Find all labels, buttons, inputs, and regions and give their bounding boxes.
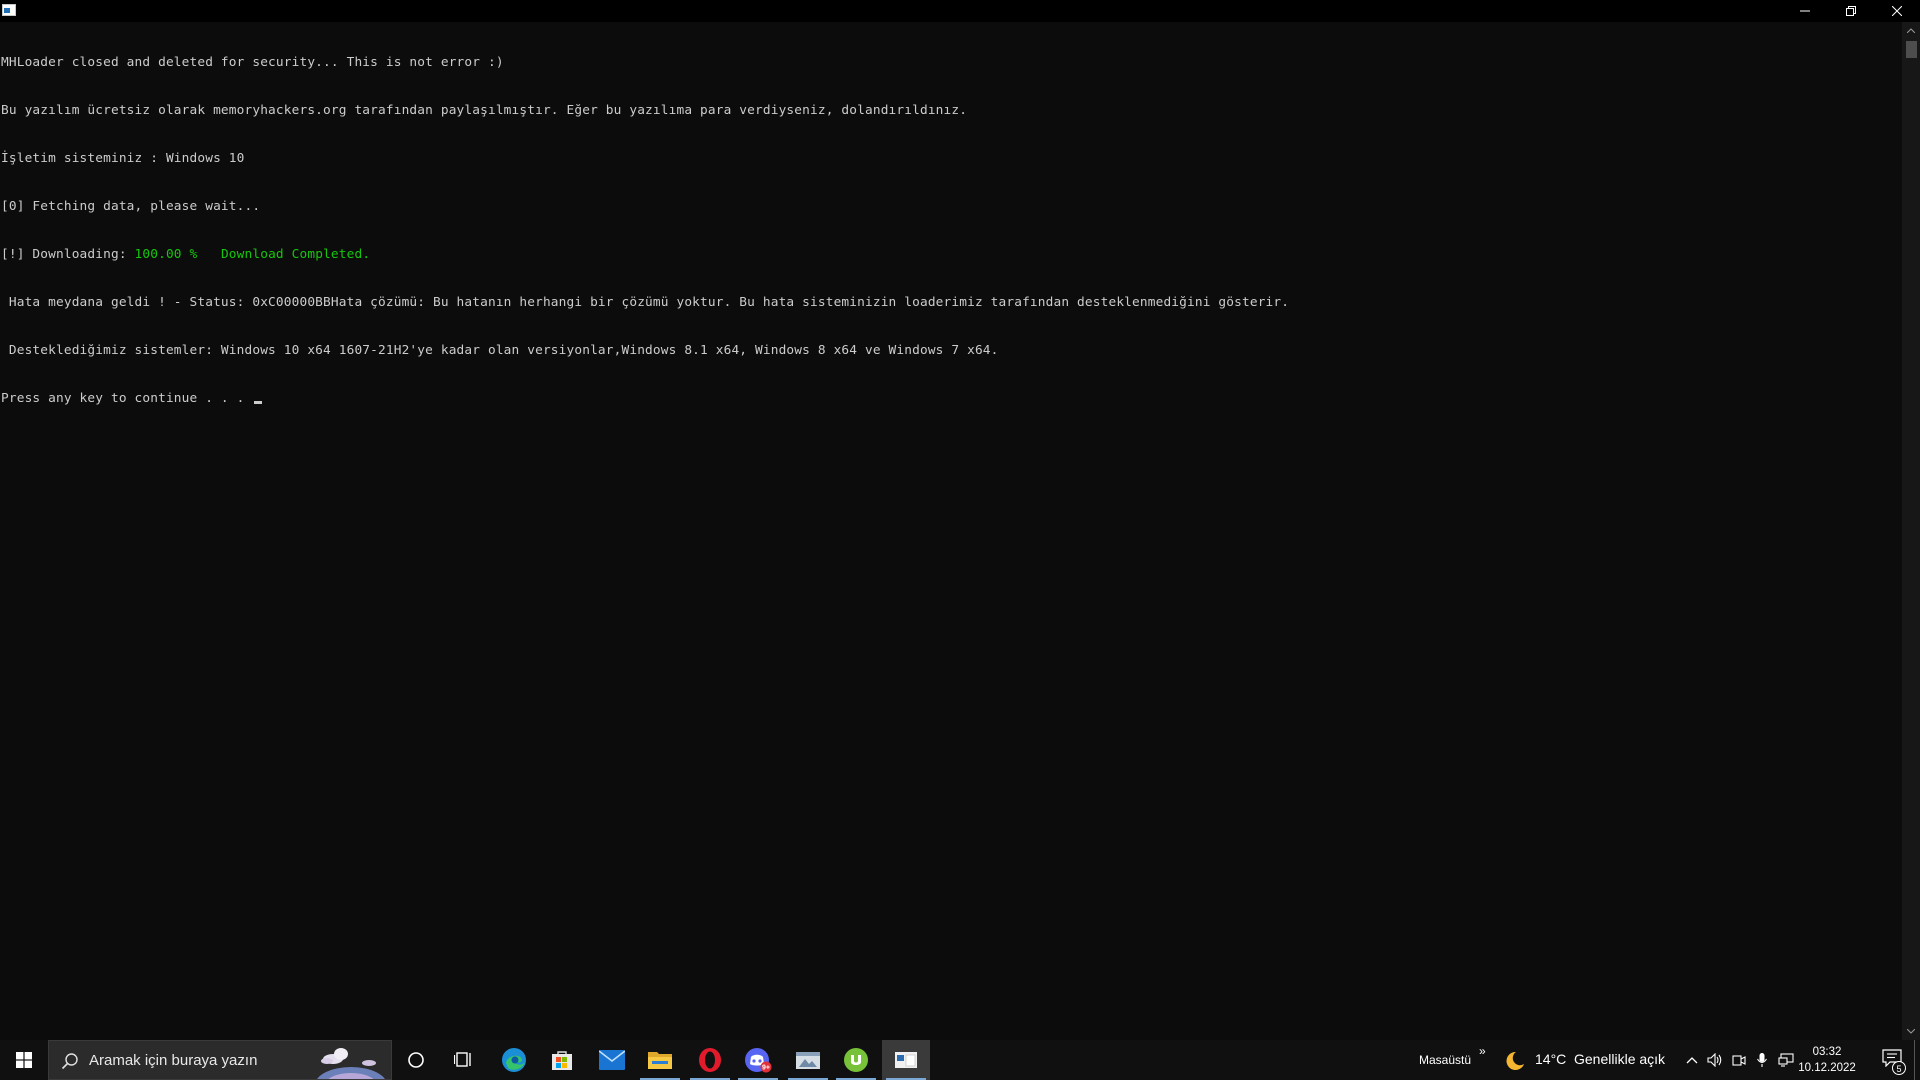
console-line: MHLoader closed and deleted for security…: [1, 55, 504, 70]
weather-moon-icon[interactable]: [1504, 1050, 1526, 1072]
chevron-up-icon: [1907, 28, 1915, 33]
prompt-line: Press any key to continue . . .: [1, 391, 1902, 407]
title-bar[interactable]: [0, 0, 1920, 22]
download-prefix: [!] Downloading:: [1, 247, 135, 262]
cortana-icon: [408, 1052, 424, 1068]
store-button[interactable]: [538, 1040, 586, 1080]
mail-icon: [599, 1050, 625, 1070]
show-desktop-button[interactable]: [1914, 1040, 1920, 1080]
error-line: Hata meydana geldi ! - Status: 0xC00000B…: [1, 295, 1290, 310]
text-cursor: [254, 401, 263, 404]
window-controls: [1782, 0, 1920, 22]
microphone-icon[interactable]: [1754, 1052, 1770, 1068]
app-window-button[interactable]: [784, 1040, 832, 1080]
vertical-scrollbar[interactable]: [1902, 22, 1920, 1040]
close-icon: [1892, 6, 1902, 16]
search-icon: [61, 1052, 79, 1075]
task-view-icon: [454, 1052, 471, 1067]
search-highlight-art-icon: [307, 1041, 391, 1079]
mail-button[interactable]: [588, 1040, 636, 1080]
console-window[interactable]: MHLoader closed and deleted for security…: [0, 0, 1920, 1040]
console-app-icon[interactable]: [2, 4, 16, 16]
notification-count-badge: 5: [1892, 1061, 1906, 1075]
cortana-button[interactable]: [392, 1040, 440, 1080]
console-line: İşletim sisteminiz : Windows 10: [1, 151, 245, 166]
opera-icon: [699, 1048, 721, 1072]
meet-now-icon[interactable]: [1731, 1052, 1747, 1068]
chevron-down-icon: [1907, 1029, 1915, 1034]
scroll-thumb[interactable]: [1906, 41, 1917, 58]
scroll-down-button[interactable]: [1902, 1023, 1920, 1040]
minimize-button[interactable]: [1782, 0, 1828, 22]
console-output[interactable]: MHLoader closed and deleted for security…: [0, 22, 1902, 1040]
scroll-up-button[interactable]: [1902, 22, 1920, 39]
svg-text:9+: 9+: [762, 1065, 770, 1072]
task-view-button[interactable]: [440, 1040, 488, 1080]
restore-button[interactable]: [1828, 0, 1874, 22]
console-taskbar-button[interactable]: [882, 1040, 930, 1080]
discord-icon: 9+: [745, 1048, 772, 1073]
toolbar-chevron-icon[interactable]: »: [1479, 1044, 1486, 1058]
desktop-toolbar-label[interactable]: Masaüstü: [1419, 1053, 1471, 1067]
file-explorer-icon: [648, 1052, 672, 1069]
download-percent: 100.00 %: [134, 247, 198, 262]
chevron-up-tray-icon[interactable]: [1684, 1052, 1700, 1068]
taskbar: Aramak için buraya yazın 9+ Masaüstü » 1…: [0, 1040, 1920, 1080]
taskbar-search-box[interactable]: Aramak için buraya yazın: [48, 1040, 392, 1080]
file-explorer-button[interactable]: [636, 1040, 684, 1080]
supported-systems-line: Desteklediğimiz sistemler: Windows 10 x6…: [1, 343, 999, 358]
store-icon: [552, 1051, 572, 1070]
discord-button[interactable]: 9+: [734, 1040, 782, 1080]
utorrent-icon: [844, 1048, 868, 1072]
restore-icon: [1846, 6, 1856, 16]
taskbar-clock[interactable]: 03:32 10.12.2022: [1792, 1044, 1862, 1076]
console-line: [0] Fetching data, please wait...: [1, 199, 261, 214]
minimize-icon: [1800, 10, 1810, 12]
clock-time: 03:32: [1812, 1046, 1842, 1058]
windows-logo-icon: [15, 1052, 32, 1068]
app-window-icon: [796, 1052, 820, 1069]
download-line: [!] Downloading: 100.00 % Download Compl…: [1, 247, 1902, 263]
download-status: Download Completed.: [220, 247, 371, 262]
search-placeholder: Aramak için buraya yazın: [89, 1052, 258, 1069]
opera-button[interactable]: [686, 1040, 734, 1080]
console-line: Bu yazılım ücretsiz olarak memoryhackers…: [1, 103, 968, 118]
edge-button[interactable]: [490, 1040, 538, 1080]
notification-center-button[interactable]: 5: [1882, 1049, 1906, 1075]
console-icon: [895, 1052, 917, 1068]
close-button[interactable]: [1874, 0, 1920, 22]
weather-temperature[interactable]: 14°C: [1535, 1051, 1566, 1067]
clock-date: 10.12.2022: [1798, 1062, 1856, 1074]
edge-icon: [502, 1048, 526, 1072]
start-button[interactable]: [0, 1040, 47, 1080]
volume-icon[interactable]: [1707, 1052, 1723, 1068]
utorrent-button[interactable]: [832, 1040, 880, 1080]
prompt-text: Press any key to continue . . .: [1, 391, 253, 406]
weather-description[interactable]: Genellikle açık: [1574, 1051, 1665, 1067]
